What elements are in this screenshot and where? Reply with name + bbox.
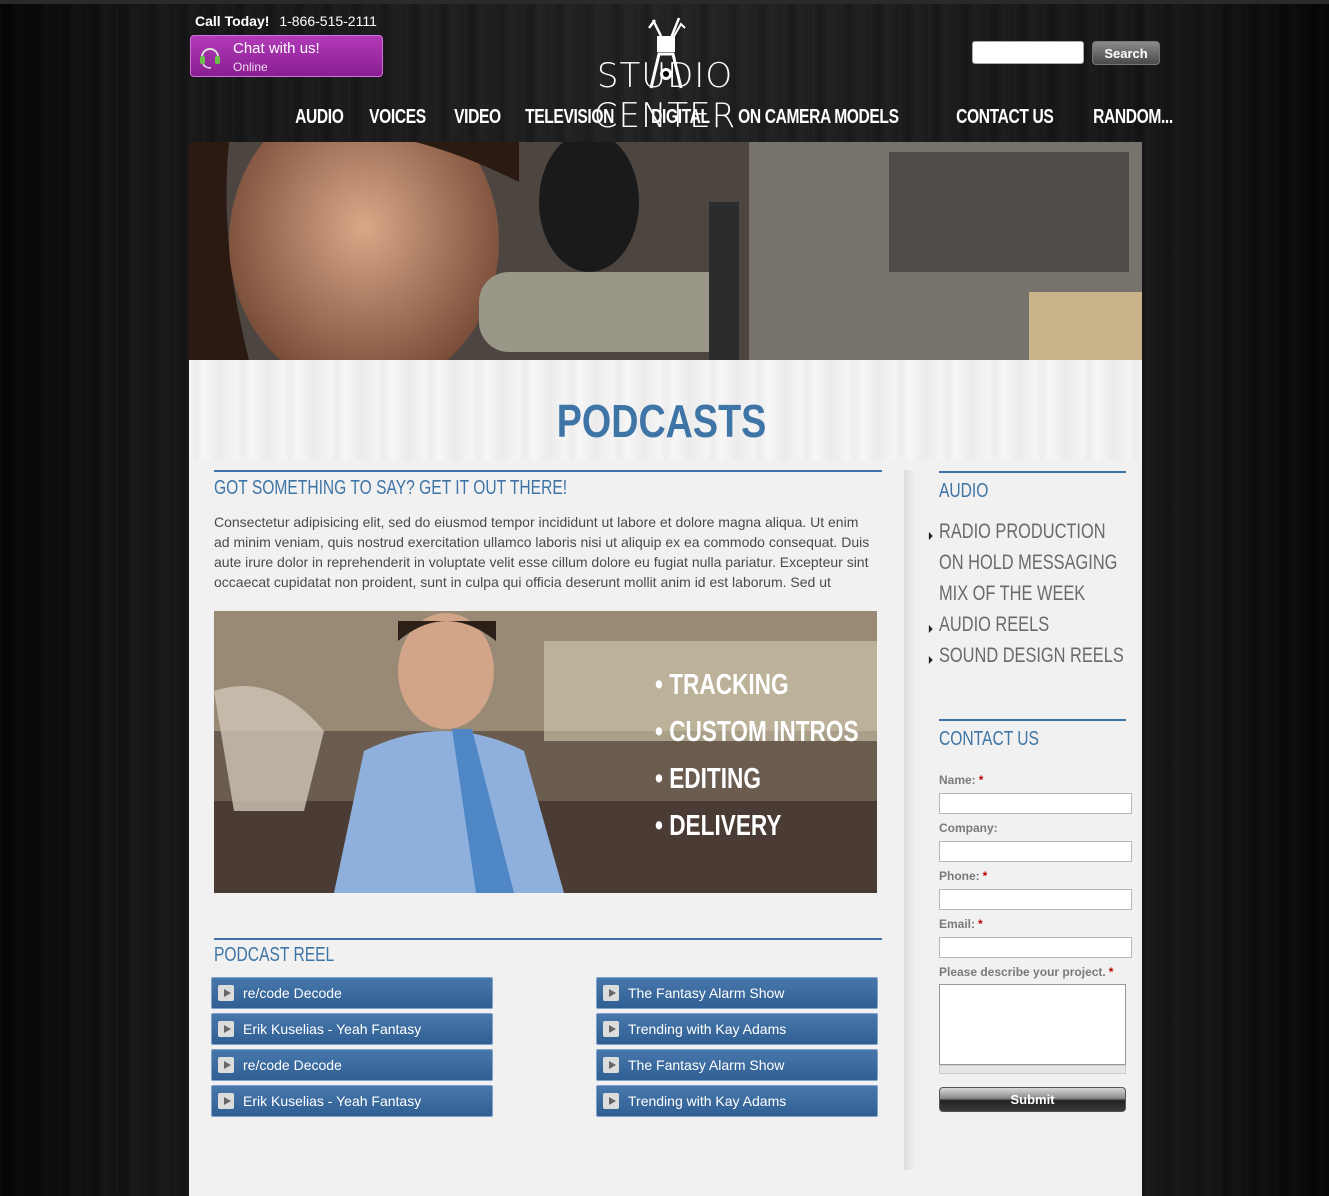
reel-title: The Fantasy Alarm Show	[628, 1057, 785, 1073]
hero-image	[189, 142, 1142, 360]
play-icon	[218, 985, 234, 1001]
company-label: Company:	[939, 821, 998, 835]
reel-title: Trending with Kay Adams	[628, 1093, 787, 1109]
chat-button[interactable]: Chat with us! Online	[190, 35, 383, 77]
nav-digital[interactable]: DIGITAL	[641, 106, 720, 129]
page-title: PODCASTS	[556, 395, 767, 447]
reel-title: Trending with Kay Adams	[628, 1021, 787, 1037]
studio-center-logo[interactable]: STUDIO CENTER	[530, 14, 800, 136]
promo-list: • TRACKING • CUSTOM INTROS • EDITING • D…	[655, 669, 877, 857]
reel-button[interactable]: re/code Decode	[211, 1049, 493, 1081]
play-icon	[218, 1021, 234, 1037]
company-label-text: Company:	[939, 821, 998, 835]
phone-label-text: Phone:	[939, 869, 980, 883]
nav-voices[interactable]: VOICES	[359, 106, 436, 129]
play-icon	[603, 985, 619, 1001]
call-label: Call Today!	[195, 13, 270, 29]
sidebar-item-mix-of-the-week[interactable]: MIX OF THE WEEK	[939, 582, 1124, 613]
reel-button[interactable]: Erik Kuselias - Yeah Fantasy	[211, 1013, 493, 1045]
nav-audio[interactable]: AUDIO	[285, 106, 354, 129]
reel-button[interactable]: re/code Decode	[211, 977, 493, 1009]
promo-item-custom-intros: • CUSTOM INTROS	[655, 716, 859, 748]
reel-title: re/code Decode	[243, 1057, 342, 1073]
required-mark: *	[982, 869, 988, 883]
reel-button[interactable]: Trending with Kay Adams	[596, 1085, 878, 1117]
sidebar-item-audio-reels[interactable]: AUDIO REELS	[928, 613, 1124, 644]
required-mark: *	[1108, 965, 1114, 979]
play-icon	[603, 1093, 619, 1109]
sidebar-audio-heading: AUDIO	[939, 480, 989, 502]
company-field[interactable]	[939, 841, 1132, 862]
intro-heading: GOT SOMETHING TO SAY? GET IT OUT THERE!	[214, 477, 568, 499]
reel-title: re/code Decode	[243, 985, 342, 1001]
required-mark: *	[978, 917, 983, 931]
promo-item-editing: • EDITING	[655, 763, 761, 795]
reel-divider	[214, 938, 882, 940]
reel-heading: PODCAST REEL	[214, 944, 335, 966]
promo-image: • TRACKING • CUSTOM INTROS • EDITING • D…	[214, 611, 877, 893]
sidebar-audio-list: RADIO PRODUCTION ON HOLD MESSAGING MIX O…	[927, 520, 1164, 675]
promo-item-tracking: • TRACKING	[655, 669, 789, 701]
project-label: Please describe your project. *	[939, 965, 1113, 979]
sidebar-item-radio-production[interactable]: RADIO PRODUCTION	[928, 520, 1124, 551]
name-label-text: Name:	[939, 773, 976, 787]
phone-label: Phone: *	[939, 869, 987, 883]
project-label-text: Please describe your project.	[939, 965, 1106, 979]
reel-button[interactable]: The Fantasy Alarm Show	[596, 1049, 878, 1081]
resize-grip[interactable]	[939, 1065, 1126, 1074]
phone-field[interactable]	[939, 889, 1132, 910]
submit-button[interactable]: Submit	[939, 1087, 1126, 1112]
nav-television[interactable]: TELEVISION	[515, 106, 624, 129]
nav-on-camera-models[interactable]: ON CAMERA MODELS	[728, 106, 909, 129]
top-bar	[0, 0, 1329, 4]
project-textarea[interactable]	[939, 984, 1126, 1065]
play-icon	[218, 1093, 234, 1109]
chat-title: Chat with us!	[233, 40, 320, 57]
play-icon	[603, 1057, 619, 1073]
required-mark: *	[978, 773, 984, 787]
sidebar-contact-heading: CONTACT US	[939, 728, 1039, 750]
headset-icon	[200, 48, 220, 69]
main-nav: AUDIO VOICES VIDEO TELEVISION DIGITAL ON…	[285, 106, 1197, 129]
name-label: Name: *	[939, 773, 983, 787]
phone-number[interactable]: 1-866-515-2111	[279, 13, 377, 29]
search-button[interactable]: Search	[1092, 41, 1160, 65]
promo-item-delivery: • DELIVERY	[655, 810, 782, 842]
nav-random[interactable]: RANDOM...	[1083, 106, 1183, 129]
reel-button[interactable]: The Fantasy Alarm Show	[596, 977, 878, 1009]
nav-contact-us[interactable]: CONTACT US	[946, 106, 1063, 129]
email-label-text: Email:	[939, 917, 976, 931]
email-label: Email: *	[939, 917, 983, 931]
sidebar-item-on-hold-messaging[interactable]: ON HOLD MESSAGING	[939, 551, 1124, 582]
reel-button[interactable]: Erik Kuselias - Yeah Fantasy	[211, 1085, 493, 1117]
email-field[interactable]	[939, 937, 1132, 958]
call-today: Call Today! 1-866-515-2111	[195, 13, 377, 29]
name-field[interactable]	[939, 793, 1132, 814]
reel-title: The Fantasy Alarm Show	[628, 985, 785, 1001]
reel-title: Erik Kuselias - Yeah Fantasy	[243, 1021, 422, 1037]
search-input[interactable]	[972, 41, 1084, 64]
nav-video[interactable]: VIDEO	[444, 106, 511, 129]
contact-divider	[939, 719, 1126, 721]
sidebar-item-sound-design-reels[interactable]: SOUND DESIGN REELS	[928, 644, 1124, 675]
intro-text: Consectetur adipisicing elit, sed do eiu…	[214, 514, 870, 590]
content-panel: PODCASTS GOT SOMETHING TO SAY? GET IT OU…	[189, 360, 1142, 1196]
play-icon	[218, 1057, 234, 1073]
sidebar-shadow	[904, 470, 916, 1170]
chat-status: Online	[233, 60, 268, 74]
intro-divider	[214, 470, 882, 472]
reel-button[interactable]: Trending with Kay Adams	[596, 1013, 878, 1045]
play-icon	[603, 1021, 619, 1037]
reel-title: Erik Kuselias - Yeah Fantasy	[243, 1093, 422, 1109]
audio-divider	[939, 471, 1126, 473]
